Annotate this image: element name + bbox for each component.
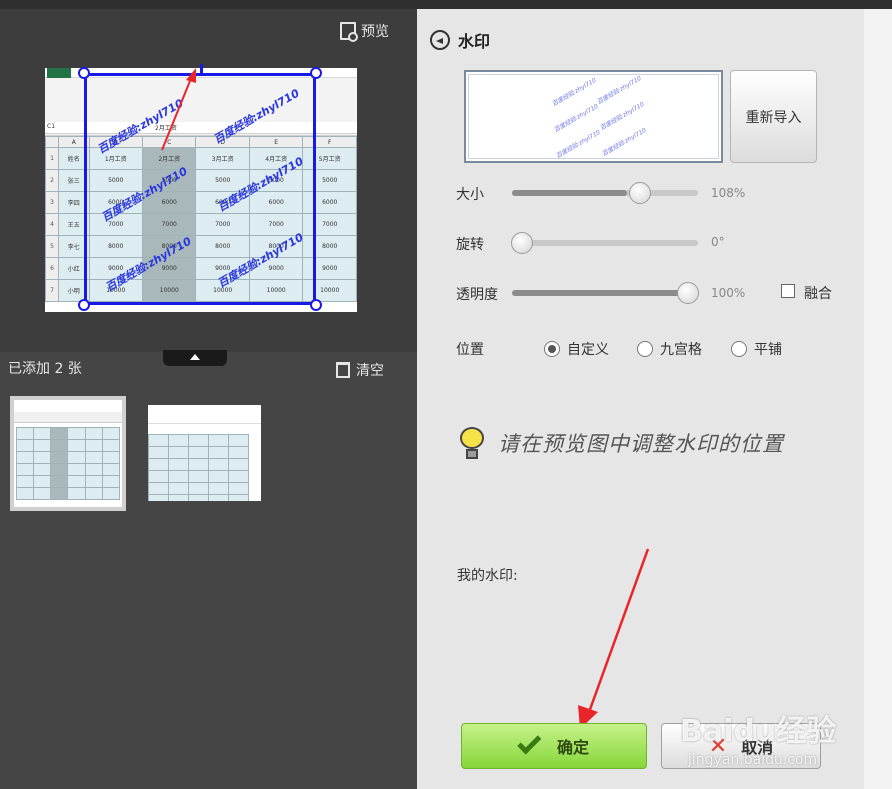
ok-button[interactable]: 确定 xyxy=(461,723,647,769)
my-watermark-label: 我的水印: xyxy=(457,568,518,584)
panel-right-margin xyxy=(864,9,892,789)
watermark-preview: 百度经验:zhyl710 百度经验:zhyl710 百度经验:zhyl710 百… xyxy=(464,70,723,163)
preview-icon xyxy=(340,22,358,42)
opacity-slider-fill xyxy=(512,290,698,296)
size-slider-fill xyxy=(512,190,628,196)
row-number: 7 xyxy=(45,279,59,302)
row-number: 4 xyxy=(45,213,59,236)
collapse-preview-button[interactable] xyxy=(163,350,227,366)
row-number: 6 xyxy=(45,257,59,280)
lightbulb-icon xyxy=(458,425,486,461)
preview-button[interactable]: 预览 xyxy=(340,20,389,42)
preview-watermark-text: 百度经验:zhyl710 xyxy=(601,126,648,158)
clear-label: 清空 xyxy=(356,363,384,379)
red-arrow-down xyxy=(578,548,650,729)
row-number: 5 xyxy=(45,235,59,258)
rotate-value: 0° xyxy=(711,235,725,249)
tip-text: 请在预览图中调整水印的位置 xyxy=(498,432,784,456)
rotate-slider-track[interactable] xyxy=(512,240,698,246)
preview-watermark-text: 百度经验:zhyl710 xyxy=(555,128,602,159)
resize-handle-top-right[interactable] xyxy=(310,67,322,79)
rotate-label: 旋转 xyxy=(456,237,484,253)
thumbnail-2[interactable] xyxy=(148,405,261,501)
cell-ref: C1 xyxy=(47,123,56,130)
watermark-preview-canvas: 百度经验:zhyl710 百度经验:zhyl710 百度经验:zhyl710 百… xyxy=(468,74,719,159)
resize-handle-top-left[interactable] xyxy=(78,67,90,79)
excel-file-tab xyxy=(47,68,71,78)
baidu-url: jingyan.baidu.com xyxy=(688,752,818,768)
opacity-label: 透明度 xyxy=(456,287,498,303)
resize-handle-bottom-right[interactable] xyxy=(310,299,322,311)
opacity-value: 100% xyxy=(711,286,746,300)
panel-title: 水印 xyxy=(458,32,491,51)
window-top-bar xyxy=(0,0,892,9)
trash-icon xyxy=(336,362,350,378)
size-label: 大小 xyxy=(456,187,484,203)
position-label: 位置 xyxy=(456,342,484,358)
radio-grid-label: 九宫格 xyxy=(660,342,702,358)
opacity-slider-knob[interactable] xyxy=(677,282,699,304)
red-arrow-up xyxy=(161,68,196,151)
tip: 请在预览图中调整水印的位置 xyxy=(458,425,784,461)
column-header xyxy=(45,136,59,148)
row-number: 3 xyxy=(45,191,59,214)
size-slider-track[interactable] xyxy=(512,190,698,196)
row-number: 1 xyxy=(45,147,59,170)
thumbnail-table xyxy=(15,427,121,500)
radio-custom[interactable] xyxy=(544,341,560,357)
panel-header: 水印 xyxy=(430,28,490,52)
size-slider-knob[interactable] xyxy=(629,182,651,204)
opacity-slider-track[interactable] xyxy=(512,290,698,296)
radio-tile-label: 平铺 xyxy=(754,342,782,358)
reimport-button[interactable]: 重新导入 xyxy=(730,70,817,163)
back-icon[interactable] xyxy=(430,30,450,50)
check-icon xyxy=(517,730,542,755)
size-value: 108% xyxy=(711,186,746,200)
ok-label: 确定 xyxy=(556,738,589,757)
row-number: 2 xyxy=(45,169,59,192)
baidu-watermark: Baidu经验 xyxy=(680,714,837,749)
radio-grid[interactable] xyxy=(637,341,653,357)
preview-label: 预览 xyxy=(361,24,389,40)
thumbnail-table xyxy=(148,434,249,501)
radio-tile[interactable] xyxy=(731,341,747,357)
clear-button[interactable]: 清空 xyxy=(336,360,384,380)
resize-handle-bottom-left[interactable] xyxy=(78,299,90,311)
rotate-slider-knob[interactable] xyxy=(511,232,533,254)
added-count-label: 已添加 2 张 xyxy=(8,361,82,377)
radio-custom-label: 自定义 xyxy=(567,342,609,358)
thumbnail-1-selected[interactable] xyxy=(10,396,126,511)
blend-label: 融合 xyxy=(804,286,832,302)
blend-checkbox[interactable] xyxy=(781,284,795,298)
